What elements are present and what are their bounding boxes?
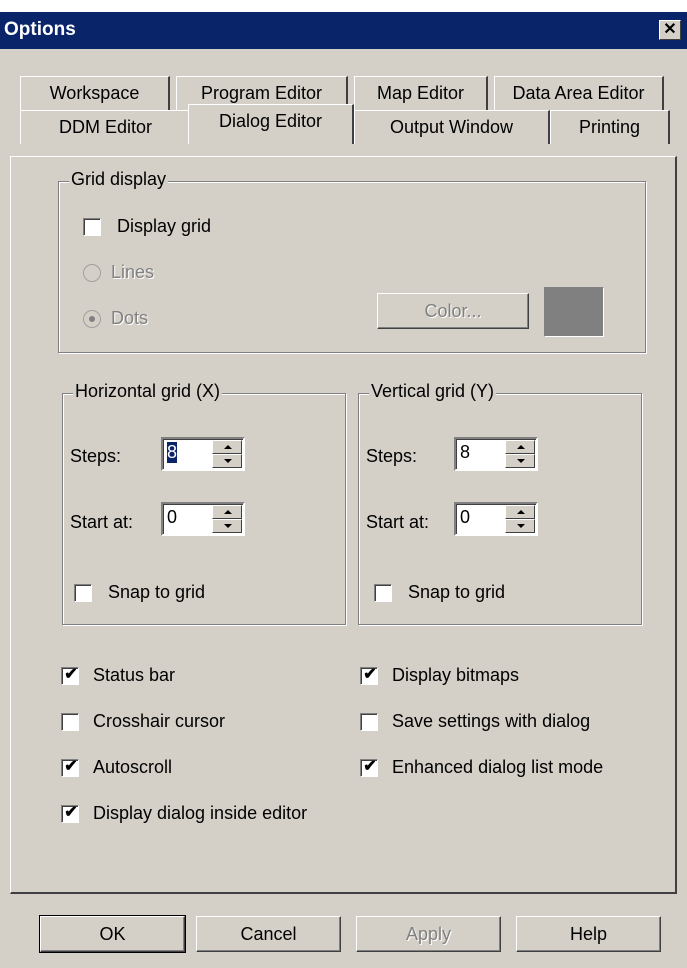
v-snap-checkbox[interactable] <box>374 584 392 602</box>
dialog-editor-panel: Grid display Display grid Lines Dots Col… <box>10 156 677 894</box>
crosshair-checkbox[interactable] <box>61 713 79 731</box>
check-icon: ✔ <box>64 804 78 821</box>
h-steps-label: Steps: <box>70 446 122 466</box>
color-swatch[interactable] <box>544 287 604 337</box>
tab-ddm-editor[interactable]: DDM Editor <box>20 110 192 144</box>
tab-map-editor[interactable]: Map Editor <box>354 76 488 110</box>
save-settings-checkbox[interactable] <box>360 713 378 731</box>
ok-button[interactable]: OK <box>39 915 186 953</box>
autoscroll-checkbox[interactable]: ✔ <box>61 758 79 777</box>
spin-up-icon[interactable] <box>212 440 242 454</box>
inside-editor-label: Display dialog inside editor <box>93 803 308 823</box>
h-start-spinner[interactable]: 0 <box>161 502 245 536</box>
display-grid-checkbox[interactable] <box>83 218 101 236</box>
spin-down-icon[interactable] <box>212 454 242 468</box>
spin-down-icon[interactable] <box>505 519 535 533</box>
spin-down-icon[interactable] <box>212 519 242 533</box>
crosshair-label: Crosshair cursor <box>93 711 226 731</box>
save-settings-label: Save settings with dialog <box>392 711 591 731</box>
dots-label: Dots <box>111 308 149 328</box>
title-bar[interactable]: Options ✕ <box>0 12 687 49</box>
tab-workspace[interactable]: Workspace <box>20 76 170 110</box>
check-icon: ✔ <box>64 758 78 775</box>
check-icon: ✔ <box>363 666 377 683</box>
h-snap-checkbox[interactable] <box>74 584 92 602</box>
spin-up-icon[interactable] <box>505 440 535 454</box>
tab-dialog-editor[interactable]: Dialog Editor <box>188 104 354 144</box>
options-dialog: Options ✕ Workspace Program Editor Map E… <box>0 12 687 968</box>
v-start-spinner[interactable]: 0 <box>454 502 538 536</box>
tab-data-area-editor[interactable]: Data Area Editor <box>494 76 664 110</box>
enhanced-list-label: Enhanced dialog list mode <box>392 757 604 777</box>
grid-display-legend: Grid display <box>69 169 169 190</box>
color-button[interactable]: Color... <box>377 293 529 329</box>
h-steps-value: 8 <box>167 442 178 463</box>
enhanced-list-checkbox[interactable]: ✔ <box>360 758 378 777</box>
v-start-value: 0 <box>460 507 471 527</box>
apply-button[interactable]: Apply <box>356 916 501 952</box>
help-button[interactable]: Help <box>516 916 661 952</box>
h-steps-spinner[interactable]: 8 <box>161 437 245 471</box>
dots-radio[interactable] <box>83 310 101 328</box>
spin-up-icon[interactable] <box>505 505 535 519</box>
display-grid-label: Display grid <box>117 216 212 236</box>
tab-output-window[interactable]: Output Window <box>354 110 550 144</box>
vertical-grid-group: Vertical grid (Y) Steps: 8 Start at: 0 S… <box>358 381 642 625</box>
vertical-grid-legend: Vertical grid (Y) <box>369 381 497 402</box>
cancel-button[interactable]: Cancel <box>196 916 341 952</box>
tab-printing[interactable]: Printing <box>550 110 670 144</box>
check-icon: ✔ <box>363 758 377 775</box>
v-snap-label: Snap to grid <box>408 582 506 602</box>
autoscroll-label: Autoscroll <box>93 757 173 777</box>
inside-editor-checkbox[interactable]: ✔ <box>61 804 79 823</box>
lines-label: Lines <box>111 262 155 282</box>
h-start-value: 0 <box>167 507 178 527</box>
close-icon[interactable]: ✕ <box>659 20 681 40</box>
spin-down-icon[interactable] <box>505 454 535 468</box>
bitmaps-checkbox[interactable]: ✔ <box>360 666 378 685</box>
h-start-label: Start at: <box>70 512 134 532</box>
horizontal-grid-group: Horizontal grid (X) Steps: 8 Start at: 0… <box>62 381 346 625</box>
h-snap-label: Snap to grid <box>108 582 206 602</box>
v-steps-spinner[interactable]: 8 <box>454 437 538 471</box>
horizontal-grid-legend: Horizontal grid (X) <box>73 381 223 402</box>
bitmaps-label: Display bitmaps <box>392 665 520 685</box>
check-icon: ✔ <box>64 666 78 683</box>
status-bar-label: Status bar <box>93 665 176 685</box>
lines-radio[interactable] <box>83 264 101 282</box>
v-steps-value: 8 <box>460 442 471 462</box>
spin-up-icon[interactable] <box>212 505 242 519</box>
status-bar-checkbox[interactable]: ✔ <box>61 666 79 685</box>
window-title: Options <box>4 19 76 40</box>
v-steps-label: Steps: <box>366 446 418 466</box>
v-start-label: Start at: <box>366 512 430 532</box>
grid-display-group: Grid display Display grid Lines Dots Col… <box>58 169 646 353</box>
